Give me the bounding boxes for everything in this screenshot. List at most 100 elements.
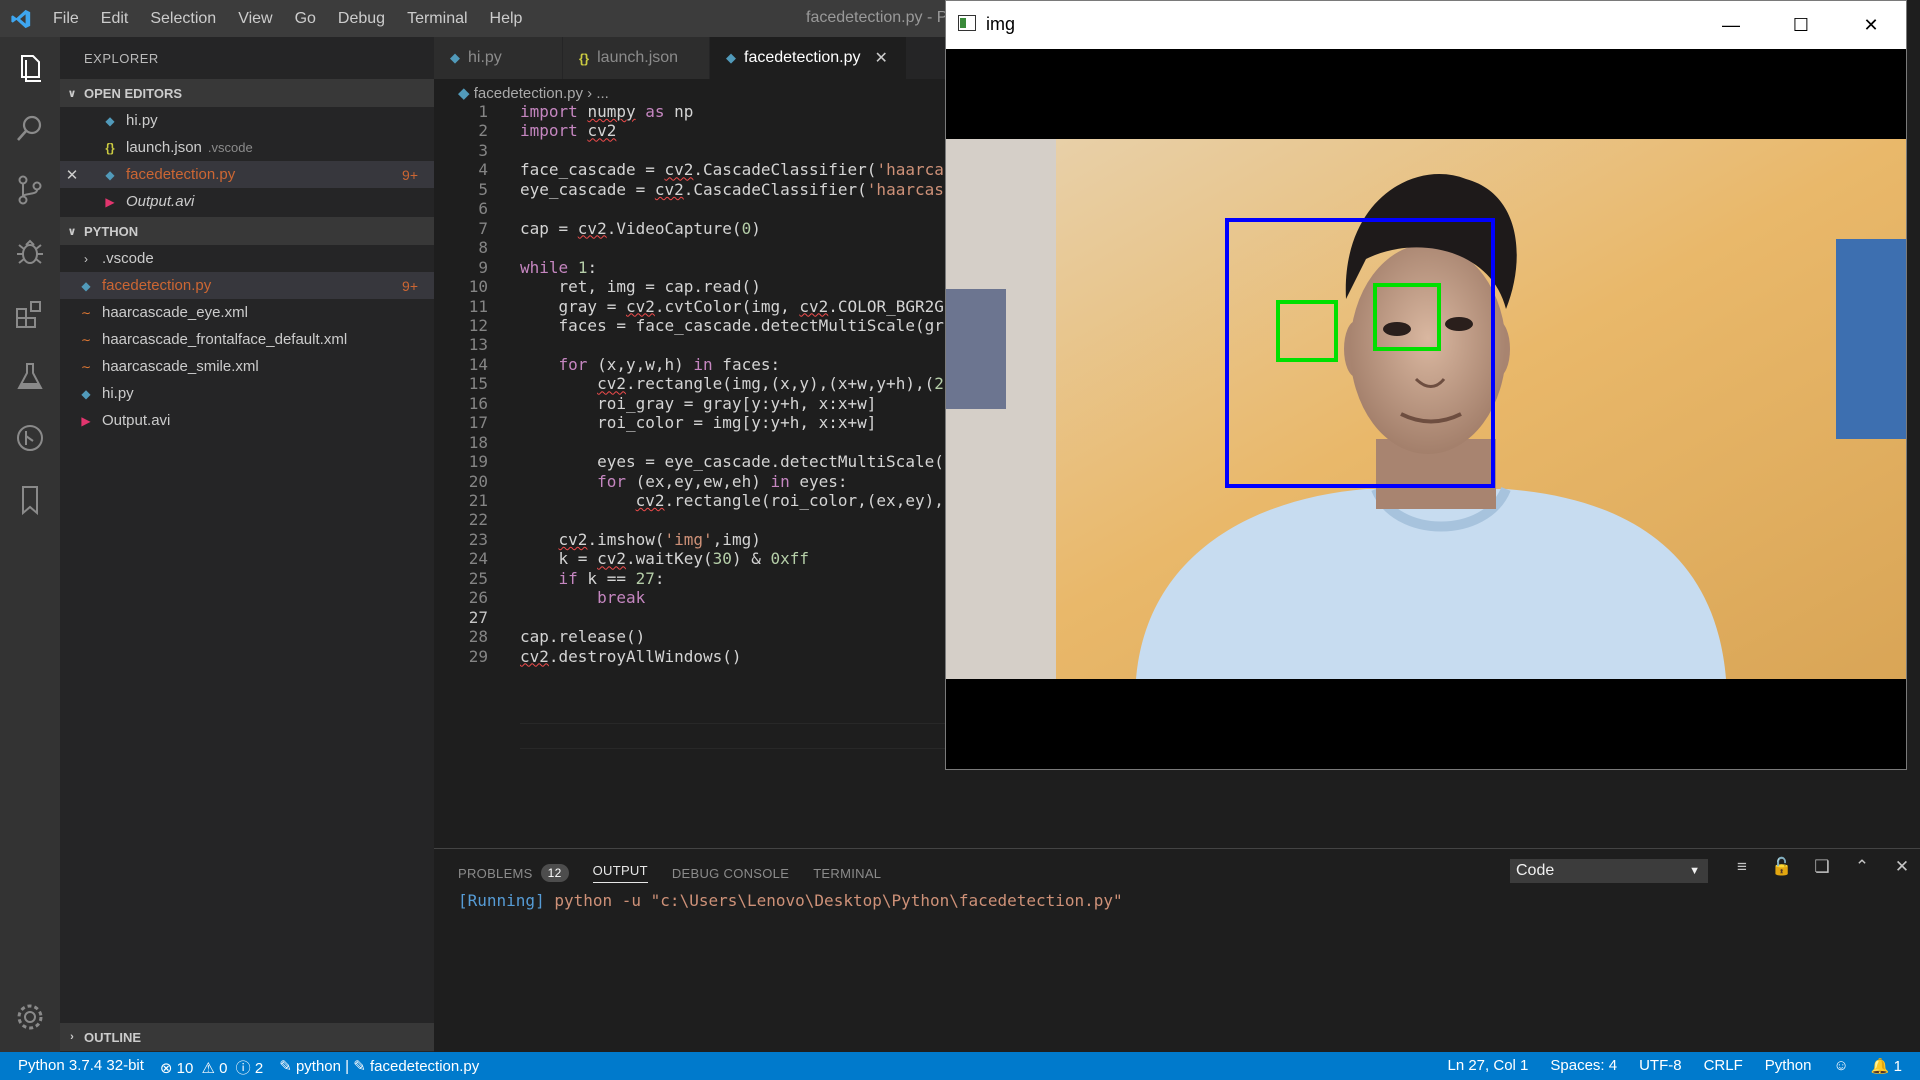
language-mode[interactable]: Python bbox=[1765, 1057, 1812, 1075]
close-icon[interactable]: ✕ bbox=[875, 48, 888, 68]
extensions-icon[interactable] bbox=[13, 297, 47, 331]
breadcrumb: ◆ facedetection.py › ... bbox=[458, 84, 609, 102]
code-line[interactable]: 29 cv2.destroyAllWindows() bbox=[434, 645, 946, 669]
breadcrumb-rest[interactable]: ... bbox=[596, 85, 609, 102]
file-item-output-avi[interactable]: ▶ Output.avi bbox=[60, 407, 434, 434]
line-number: 29 bbox=[468, 646, 488, 666]
tab-label: facedetection.py bbox=[744, 49, 861, 66]
explorer-icon[interactable] bbox=[13, 51, 47, 85]
notifications[interactable]: 🔔 1 bbox=[1871, 1057, 1902, 1075]
search-icon[interactable] bbox=[13, 111, 47, 145]
problems-badge: 9+ bbox=[402, 166, 418, 183]
output-command: python -u "c:\Users\Lenovo\Desktop\Pytho… bbox=[544, 891, 1123, 910]
current-line-highlight bbox=[520, 723, 946, 749]
opencv-image-window[interactable]: img — ☐ ✕ bbox=[945, 0, 1907, 770]
file-item-facedetection-py[interactable]: ◆ facedetection.py 9+ bbox=[60, 272, 434, 299]
file-item-vscode[interactable]: › .vscode bbox=[60, 245, 434, 272]
file-item-haarcascade-frontalface[interactable]: ∼ haarcascade_frontalface_default.xml bbox=[60, 326, 434, 353]
tab-hi-py[interactable]: ◆ hi.py bbox=[434, 37, 563, 79]
clear-output-icon[interactable]: ≡ bbox=[1722, 857, 1762, 877]
python-file-icon: ◆ bbox=[81, 386, 91, 401]
info-icon: ⓘ bbox=[235, 1060, 251, 1077]
outline-header[interactable]: › OUTLINE bbox=[60, 1023, 434, 1051]
menu-selection[interactable]: Selection bbox=[139, 10, 227, 28]
bottom-panel: PROBLEMS 12 OUTPUT DEBUG CONSOLE TERMINA… bbox=[434, 848, 1920, 1053]
run-status[interactable]: ✎ python | ✎ facedetection.py bbox=[279, 1057, 479, 1078]
json-file-icon: {} bbox=[105, 140, 115, 155]
line-ending[interactable]: CRLF bbox=[1704, 1057, 1743, 1075]
output-channel-select[interactable]: Code ▼ bbox=[1510, 859, 1708, 883]
open-editors-header[interactable]: ∨ OPEN EDITORS bbox=[60, 79, 434, 107]
menu-file[interactable]: File bbox=[42, 10, 90, 28]
image-window-titlebar[interactable]: img — ☐ ✕ bbox=[946, 1, 1906, 49]
open-editor-label: facedetection.py bbox=[126, 166, 236, 183]
tab-debug-console[interactable]: DEBUG CONSOLE bbox=[672, 863, 789, 883]
python-interpreter[interactable]: Python 3.7.4 32-bit bbox=[18, 1057, 144, 1078]
menu-help[interactable]: Help bbox=[479, 10, 534, 28]
file-item-haarcascade-smile[interactable]: ∼ haarcascade_smile.xml bbox=[60, 353, 434, 380]
tab-output[interactable]: OUTPUT bbox=[592, 863, 648, 883]
menu-terminal[interactable]: Terminal bbox=[396, 10, 478, 28]
dropdown-arrow-icon: ▼ bbox=[1689, 865, 1700, 877]
file-label: Output.avi bbox=[102, 412, 171, 429]
file-label: facedetection.py bbox=[102, 277, 212, 294]
python-folder-header[interactable]: ∨ PYTHON bbox=[60, 217, 434, 245]
tab-terminal[interactable]: TERMINAL bbox=[813, 863, 881, 883]
tab-label: launch.json bbox=[597, 49, 679, 66]
problems-summary[interactable]: ⊗ 10 ⚠ 0 ⓘ 2 bbox=[160, 1057, 263, 1078]
output-running-label: [Running] bbox=[458, 891, 545, 910]
edit-file-icon: ✎ bbox=[353, 1058, 366, 1075]
xml-file-icon: ∼ bbox=[80, 305, 92, 320]
source-control-icon[interactable] bbox=[13, 173, 47, 207]
indentation[interactable]: Spaces: 4 bbox=[1550, 1057, 1617, 1075]
close-icon[interactable]: ✕ bbox=[60, 166, 84, 184]
code-text: face_cascade = cv2.CascadeClassifier('ha… bbox=[520, 160, 944, 180]
json-file-icon: {} bbox=[579, 50, 590, 66]
close-icon[interactable]: ✕ bbox=[1836, 1, 1906, 49]
maximize-panel-icon[interactable]: ⌃ bbox=[1842, 857, 1882, 877]
git-history-icon[interactable] bbox=[13, 421, 47, 455]
code-editor[interactable]: 1 import numpy as np 2 import cv2 3 4 face_cas… bbox=[434, 104, 946, 844]
chevron-down-icon: ∨ bbox=[67, 225, 77, 238]
lock-scroll-icon[interactable]: 🔓 bbox=[1762, 857, 1802, 877]
code-text: k = cv2.waitKey(30) & 0xff bbox=[520, 549, 809, 569]
code-text: while 1: bbox=[520, 257, 598, 277]
open-editor-launch-json[interactable]: {} launch.json .vscode bbox=[60, 134, 434, 161]
close-panel-icon[interactable]: ✕ bbox=[1882, 857, 1920, 877]
tab-facedetection-py[interactable]: ◆ facedetection.py ✕ bbox=[710, 37, 907, 79]
settings-gear-icon[interactable] bbox=[13, 1000, 47, 1034]
tab-problems[interactable]: PROBLEMS 12 bbox=[458, 863, 569, 883]
open-editors-label: OPEN EDITORS bbox=[84, 85, 183, 101]
media-file-icon: ▶ bbox=[105, 194, 115, 209]
tab-label: hi.py bbox=[468, 49, 502, 66]
tab-launch-json[interactable]: {} launch.json bbox=[563, 37, 710, 79]
debug-icon[interactable] bbox=[13, 235, 47, 269]
code-text: cap = cv2.VideoCapture(0) bbox=[520, 218, 761, 238]
code-text: for (ex,ey,ew,eh) in eyes: bbox=[597, 471, 848, 491]
menu-debug[interactable]: Debug bbox=[327, 10, 396, 28]
minimize-icon[interactable]: — bbox=[1696, 1, 1766, 49]
menu-go[interactable]: Go bbox=[284, 10, 327, 28]
encoding[interactable]: UTF-8 bbox=[1639, 1057, 1682, 1075]
menu-view[interactable]: View bbox=[227, 10, 283, 28]
menu-edit[interactable]: Edit bbox=[90, 10, 140, 28]
feedback-smiley-icon[interactable]: ☺ bbox=[1833, 1057, 1848, 1075]
file-item-haarcascade-eye[interactable]: ∼ haarcascade_eye.xml bbox=[60, 299, 434, 326]
cursor-position[interactable]: Ln 27, Col 1 bbox=[1447, 1057, 1528, 1075]
open-log-icon[interactable]: ❏ bbox=[1802, 857, 1842, 877]
code-text: eye_cascade = cv2.CascadeClassifier('haa… bbox=[520, 179, 944, 199]
error-count: 10 bbox=[176, 1060, 194, 1077]
breadcrumb-file[interactable]: facedetection.py bbox=[474, 85, 583, 102]
test-flask-icon[interactable] bbox=[13, 359, 47, 393]
maximize-icon[interactable]: ☐ bbox=[1766, 1, 1836, 49]
sidebar-title: EXPLORER bbox=[84, 51, 159, 66]
open-editor-facedetection-py[interactable]: ✕ ◆ facedetection.py 9+ bbox=[60, 161, 434, 188]
activity-bar bbox=[0, 37, 60, 1052]
open-editor-hi-py[interactable]: ◆ hi.py bbox=[60, 107, 434, 134]
image-window-icon bbox=[958, 15, 976, 31]
webcam-frame bbox=[946, 139, 1906, 679]
code-text: cap.release() bbox=[520, 627, 646, 647]
open-editor-output-avi[interactable]: ▶ Output.avi bbox=[60, 188, 434, 215]
bookmark-icon[interactable] bbox=[13, 483, 47, 517]
file-item-hi-py[interactable]: ◆ hi.py bbox=[60, 380, 434, 407]
